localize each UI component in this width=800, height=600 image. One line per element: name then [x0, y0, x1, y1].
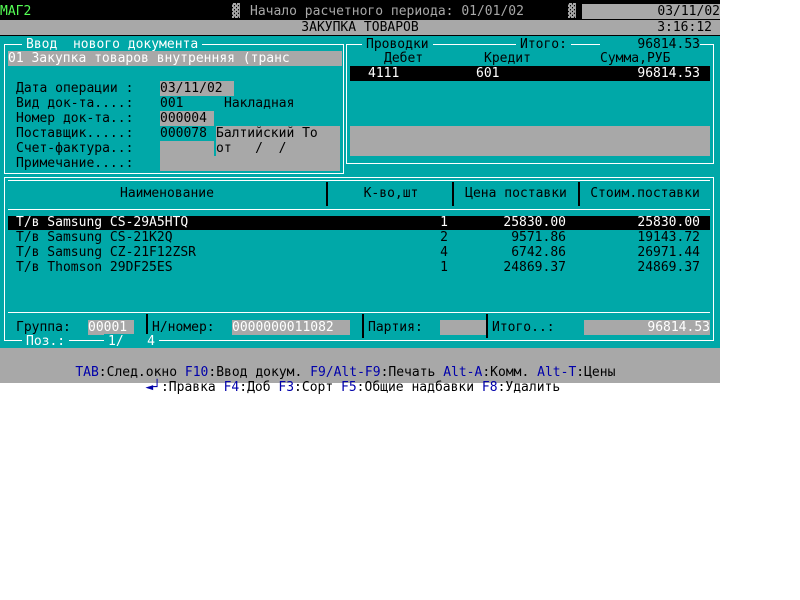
hotkey-alt-t-action: :Цены	[576, 365, 616, 380]
col-cost: Стоим.поставки	[590, 186, 700, 201]
current-date: 03/11/02	[582, 4, 720, 19]
item-name[interactable]: Т/в Thomson 29DF25ES	[16, 260, 173, 275]
posting-credit: 601	[476, 66, 500, 81]
footer-divider	[362, 314, 364, 338]
doc-kind-code-field[interactable]: 001	[160, 96, 183, 111]
doc-type-field[interactable]: 01 Закупка товаров внутренняя (транс	[8, 51, 342, 66]
item-qty: 4	[440, 245, 448, 260]
postings-total-value: 96814.53	[600, 37, 700, 52]
postings-col-credit: Кредит	[484, 51, 531, 66]
pos-value: 1/ 4	[104, 334, 159, 349]
posting-sum: 96814.53	[637, 66, 700, 81]
group-field[interactable]: 00001	[88, 320, 134, 335]
party-label: Партия:	[368, 320, 423, 335]
footer-divider	[486, 314, 488, 338]
hotkey-f3[interactable]: F3	[278, 380, 294, 395]
item-cost: 19143.72	[637, 230, 700, 245]
hotkey-f5-action: :Общие надбавки	[356, 380, 482, 395]
postings-header: Проводки	[362, 37, 433, 52]
period-label: Начало расчетного периода: 01/01/02	[250, 4, 524, 19]
item-price: 24869.37	[503, 260, 566, 275]
hotkey-f5[interactable]: F5	[341, 380, 357, 395]
period-marker-icon: ▓	[232, 4, 240, 19]
item-name[interactable]: Т/в Samsung CZ-21F12ZSR	[16, 245, 196, 260]
col-name: Наименование	[120, 186, 214, 201]
hotkey-line-2: ◄┘:Правка F4:Доб F3:Сорт F5:Общие надбав…	[114, 365, 560, 410]
hotkey-f4[interactable]: F4	[224, 380, 240, 395]
invoice-date-field[interactable]: от / /	[216, 141, 340, 156]
party-field[interactable]	[440, 320, 486, 335]
item-name: Т/в Samsung CS-29A5HTQ	[16, 215, 189, 230]
group-label: Группа:	[16, 320, 71, 335]
pos-label: Поз.:	[22, 334, 70, 349]
supplier-code-field[interactable]: 000078	[160, 126, 207, 141]
field-label: Счет-фактура..:	[16, 141, 134, 156]
note-field[interactable]	[160, 156, 340, 171]
invoice-field[interactable]	[160, 141, 214, 156]
current-time: 3:16:12	[657, 20, 712, 35]
items-total-value: 96814.53	[584, 320, 710, 335]
doc-kind-name: Накладная	[224, 96, 295, 111]
postings-total-label: Итого:	[516, 37, 571, 52]
supplier-name: Балтийский То	[216, 126, 340, 141]
postings-comment-area	[350, 126, 710, 156]
items-total-label: Итого..:	[492, 320, 555, 335]
doc-number-field[interactable]: 000004	[160, 111, 214, 126]
item-price: 6742.86	[511, 245, 566, 260]
hotkey-tab[interactable]: TAB	[75, 365, 98, 380]
field-label: Дата операции :	[16, 81, 134, 96]
hotkey-f8[interactable]: F8	[482, 380, 498, 395]
hotkey-f8-action: :Удалить	[497, 380, 561, 395]
field-label: Вид док-та....:	[16, 96, 134, 111]
posting-debit: 4111	[368, 66, 400, 81]
item-price: 25830.00	[503, 215, 566, 230]
operation-date-field[interactable]: 03/11/02	[160, 81, 234, 96]
col-price: Цена поставки	[465, 186, 567, 201]
nnum-label: Н/номер:	[152, 320, 215, 335]
enter-icon[interactable]: ◄┘	[145, 380, 161, 395]
app-name: МАГ2	[0, 4, 32, 19]
postings-col-debit: Дебет	[384, 51, 424, 66]
nnum-field[interactable]: 0000000011082	[232, 320, 350, 335]
screen-title: ЗАКУПКА ТОВАРОВ	[0, 20, 720, 35]
item-cost: 24869.37	[637, 260, 700, 275]
postings-col-sum: Сумма,РУБ	[600, 51, 671, 66]
field-label: Примечание....:	[16, 156, 134, 171]
field-label: Поставщик.....:	[16, 126, 134, 141]
hotkey-f3-action: :Сорт	[294, 380, 342, 395]
field-label: Номер док-та..:	[16, 111, 134, 126]
col-divider	[326, 182, 328, 206]
item-qty: 1	[440, 215, 448, 230]
item-qty: 2	[440, 230, 448, 245]
item-qty: 1	[440, 260, 448, 275]
col-qty: К-во,шт	[363, 186, 419, 201]
hotkey-f4-action: :Доб	[239, 380, 279, 395]
item-cost: 26971.44	[637, 245, 700, 260]
hotkey-enter-action: :Правка	[160, 380, 224, 395]
terminal-screen: МАГ2 ▓ Начало расчетного периода: 01/01/…	[0, 0, 720, 395]
doc-entry-header: Ввод нового документа	[22, 37, 203, 52]
item-cost: 25830.00	[637, 215, 700, 230]
item-price: 9571.86	[511, 230, 566, 245]
period-marker-icon: ▓	[568, 4, 576, 19]
item-name[interactable]: Т/в Samsung CS-21K2Q	[16, 230, 173, 245]
